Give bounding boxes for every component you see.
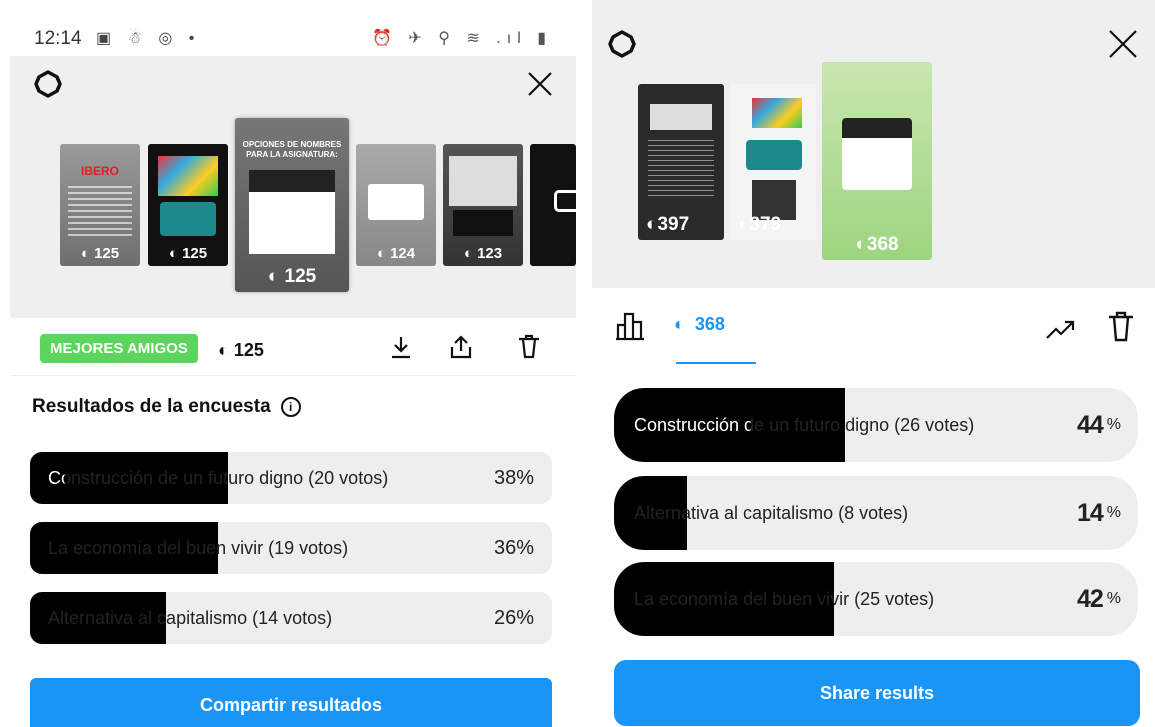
camera-icon [554,190,576,212]
left-screenshot: 12:14 ▣ ☃ ◎ • ⏰ ✈ ⚲ ≋ .ıl ▮ IBERO ◐ 125 … [0,0,580,727]
share-icon[interactable] [444,330,478,364]
poll-option-percent: 26% [493,606,534,629]
share-results-button[interactable]: Share results [614,660,1140,726]
add-story-camera[interactable] [530,144,576,266]
poll-option-percent: 38% [493,466,534,489]
view-count-value: 368 [866,234,899,255]
percent-sign: % [1106,416,1121,433]
best-friends-badge: MEJORES AMIGOS [40,334,198,363]
view-count-value: 123 [477,245,503,262]
poll-option-label: La economía del buen vivir (19 votos) [48,537,349,558]
percent-sign: % [1106,504,1121,521]
view-count-value: 125 [94,245,120,262]
poll-option-percent: 44% [1076,388,1121,462]
story-thumbnail[interactable]: IBERO ◐ 125 [60,144,140,266]
poll-results-title-text: Resultados de la encuesta [32,396,271,417]
status-time: 12:14 [34,28,82,49]
viewer-count[interactable]: ◐ 125 [218,340,264,361]
view-count-value: 397 [657,214,690,235]
thumbnail-title: OPCIONES DE NOMBRES PARA LA ASIGNATURA: [242,140,342,159]
bar-chart-icon[interactable] [614,308,648,347]
poll-option-percent-value: 14 [1076,498,1104,527]
delete-icon[interactable] [512,330,546,364]
poll-option-percent: 42% [1076,562,1121,636]
close-icon[interactable] [1105,26,1141,62]
story-thumbnail[interactable]: ◐397 [638,84,724,240]
poll-option-percent-value: 42 [1076,584,1104,613]
poll-option[interactable]: Construcción de un futuro digno (26 vote… [614,388,1138,462]
story-thumbnail-selected[interactable]: ◐368 [822,62,932,260]
settings-icon[interactable] [604,26,640,62]
story-thumbnail-selected[interactable]: OPCIONES DE NOMBRES PARA LA ASIGNATURA: … [235,118,349,292]
poll-option-label: La economía del buen vivir (25 votes) [634,588,935,609]
delete-icon[interactable] [1104,310,1138,344]
poll-option-label: Alternativa al capitalismo (8 votes) [634,502,909,523]
share-results-button[interactable]: Compartir resultados [30,678,552,727]
poll-option[interactable]: Alternativa al capitalismo (14 votos) 26… [30,592,552,644]
view-count: ◐368 [855,234,899,255]
story-thumbnails-area: IBERO ◐ 125 ◐ 125 OPCIONES DE NOMBRES PA… [10,56,576,318]
view-count: ◐ 125 [267,266,317,287]
poll-option[interactable]: Construcción de un futuro digno (20 voto… [30,452,552,504]
story-thumbnail[interactable]: ◐379 [730,84,816,240]
story-thumbnail[interactable]: ◐ 123 [443,144,523,266]
info-icon[interactable]: i [280,397,301,417]
poll-option-percent: 36% [493,536,534,559]
view-count: ◐ 124 [376,245,416,262]
poll-option-label: Construcción de un futuro digno (20 voto… [48,467,389,488]
story-thumbnail[interactable]: ◐ 125 [148,144,228,266]
view-count-value: 379 [749,214,782,235]
percent-sign: % [1106,590,1121,607]
story-action-row: MEJORES AMIGOS ◐ 125 [10,318,576,376]
view-count-value: 124 [390,245,416,262]
system-status-icons: ⏰ ✈ ⚲ ≋ .ıl ▮ [372,30,552,47]
view-count: ◐ 125 [80,245,120,262]
poll-option-percent: 14% [1076,476,1121,550]
viewer-count-value: 125 [233,340,264,360]
tab-viewers[interactable]: ◐ 368 [674,314,725,335]
settings-icon[interactable] [30,66,66,102]
view-count-value: 125 [284,266,317,287]
viewer-count-value: 368 [694,314,725,334]
poll-option-percent-value: 44 [1076,410,1104,439]
poll-option[interactable]: La economía del buen vivir (25 votes) 42… [614,562,1138,636]
insights-tabs: ◐ 368 [592,296,1155,366]
poll-option[interactable]: Alternativa al capitalismo (8 votes) 14%… [614,476,1138,550]
story-thumbnail[interactable]: ◐ 124 [356,144,436,266]
story-thumbnails-area: ◐397 ◐379 ◐368 [592,0,1155,288]
right-screenshot: ◐397 ◐379 ◐368 ◐ 368 Construcción de un … [592,0,1155,727]
view-count: ◐ 125 [168,245,208,262]
close-icon[interactable] [522,66,558,102]
trending-icon[interactable] [1044,314,1078,348]
poll-option[interactable]: La economía del buen vivir (19 votos) 36… [30,522,552,574]
poll-results-title: Resultados de la encuesta i [32,396,301,418]
active-tab-indicator [676,362,756,364]
view-count-value: 125 [182,245,208,262]
notification-icons: ▣ ☃ ◎ • [96,30,201,47]
view-count: ◐379 [738,214,782,235]
view-count: ◐ 123 [463,245,503,262]
view-count: ◐397 [646,214,690,235]
download-icon[interactable] [384,330,418,364]
poll-option-label: Alternativa al capitalismo (14 votos) [48,607,333,628]
